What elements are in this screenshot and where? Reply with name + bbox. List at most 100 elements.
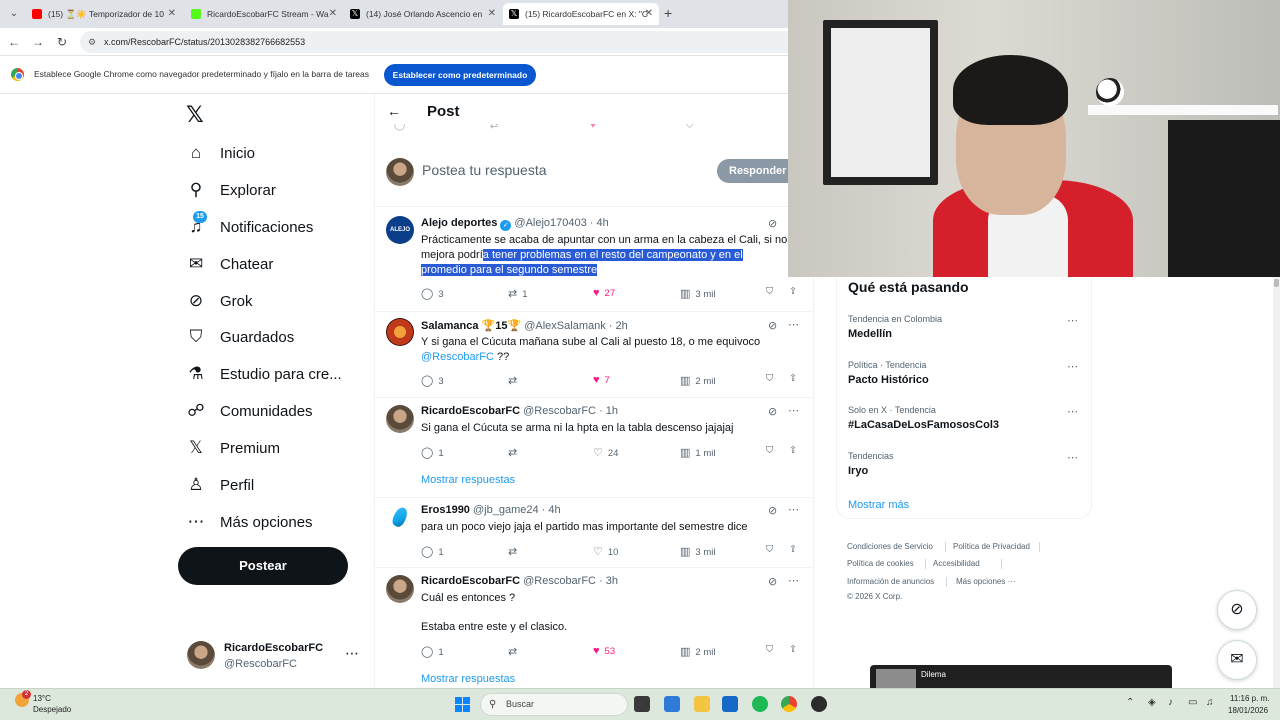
sidebar-item-grok[interactable]: ⊘ Grok [186,288,253,314]
account-name[interactable]: RicardoEscobarFC [224,642,323,654]
obs-icon[interactable] [811,696,827,712]
trend-more-icon[interactable]: ⋯ [1067,451,1079,464]
sidebar-item-mas-opciones[interactable]: ⋯ Más opciones [186,509,313,535]
show-replies-link[interactable]: Mostrar respuestas [421,673,515,685]
tweet-author-name[interactable]: Eros1990 [421,504,470,516]
retweet-action[interactable]: ⇄ [508,374,522,387]
url-input[interactable]: ⚙ x.com/RescobarFC/status/20130283827666… [80,31,800,53]
share-icon[interactable]: ⇪ [789,445,797,456]
tweet-handle[interactable]: @Alejo170403 [514,217,586,229]
account-handle[interactable]: @RescobarFC [224,658,297,670]
post-button[interactable]: Postear [178,547,348,585]
reply-action[interactable]: ◯ 1 [421,645,444,658]
tweet-time[interactable]: 2h [616,320,628,332]
like-action[interactable]: ♡ 24 [593,446,618,459]
clock-date[interactable]: 18/01/2026 [1228,706,1268,715]
grok-icon[interactable]: ⊘ [768,319,777,332]
close-tab-icon[interactable]: ✕ [168,3,176,25]
site-info-icon[interactable]: ⚙ [88,37,98,47]
chrome-taskbar-icon[interactable] [781,696,797,712]
share-icon[interactable]: ⇪ [789,644,797,655]
footer-cookies-link[interactable]: Política de cookies [847,559,914,568]
show-more-link[interactable]: Mostrar más [848,499,909,511]
page-scrollbar[interactable] [1273,277,1280,688]
browser-tab[interactable]: RicardoEscobarFC Stream - Wa ✕ [185,3,343,25]
reply-action[interactable]: ◯ 1 [421,545,444,558]
reload-icon[interactable]: ↻ [54,34,70,50]
tray-app-icon[interactable]: ◈ [1148,697,1156,708]
share-icon[interactable]: ⇪ [789,373,797,384]
sidebar-item-explorar[interactable]: ⚲ Explorar [186,177,276,203]
more-options-icon[interactable]: ⋯ [788,404,800,417]
views-action[interactable]: ▥ 3 mil [680,545,715,558]
spotify-icon[interactable] [752,696,768,712]
tweet-avatar[interactable] [386,575,414,603]
tweet-time[interactable]: 4h [548,504,560,516]
views-action[interactable]: ▥ 2 mil [680,645,715,658]
task-view-icon[interactable] [634,696,650,712]
more-options-icon[interactable]: ⋯ [788,574,800,587]
tab-search-chevron-icon[interactable]: ⌄ [6,6,22,22]
tweet-handle[interactable]: @RescobarFC [523,575,596,587]
browser-tab-active[interactable]: 𝕏 (15) RicardoEscobarFC en X: "C ✕ [503,3,659,25]
like-action[interactable]: ♥ 53 [593,645,615,657]
tweet-author-name[interactable]: RicardoEscobarFC [421,575,520,587]
bookmark-icon[interactable]: ⛉ [766,544,773,555]
volume-icon[interactable]: ♫ [1206,697,1214,708]
back-arrow-icon[interactable]: ← [6,34,22,50]
more-options-icon[interactable]: ⋯ [788,503,800,516]
close-tab-icon[interactable]: ✕ [645,3,653,25]
tweet-avatar[interactable] [386,405,414,433]
x-logo-icon[interactable]: 𝕏 [186,102,204,128]
bookmark-icon[interactable]: ⛉ [766,373,773,384]
retweet-action[interactable]: ⇄ 1 [508,287,528,300]
tray-chevron-icon[interactable]: ⌃ [1126,697,1134,708]
share-icon[interactable]: ⇪ [789,286,797,297]
close-tab-icon[interactable]: ✕ [488,3,496,25]
footer-ads-link[interactable]: Información de anuncios [847,577,934,586]
grok-icon[interactable]: ⊘ [768,575,777,588]
share-icon[interactable]: ⇪ [789,544,797,555]
tweet-author-name[interactable]: Salamanca 🏆15🏆 [421,320,521,332]
widgets-icon[interactable] [664,696,680,712]
tweet-handle[interactable]: @jb_game24 [473,504,539,516]
browser-tab[interactable]: 𝕏 (14) José Orlando Ascencio en ✕ [344,3,502,25]
trend-more-icon[interactable]: ⋯ [1067,314,1079,327]
reply-action[interactable]: ◯ 1 [421,446,444,459]
tweet-handle[interactable]: @AlexSalamank [524,320,605,332]
tweet-author-name[interactable]: RicardoEscobarFC [421,405,520,417]
set-default-button[interactable]: Establecer como predeterminado [384,64,536,86]
reply-action[interactable]: ◯ 3 [421,287,444,300]
like-action[interactable]: ♡ 10 [593,545,618,558]
microphone-icon[interactable]: ♪ [1168,697,1173,708]
bookmark-icon[interactable]: ⛉ [766,286,773,297]
sidebar-item-premium[interactable]: 𝕏 Premium [186,435,280,461]
weather-description[interactable]: Despejado [33,705,71,714]
messages-float-button[interactable]: ✉ [1217,640,1257,680]
tweet-avatar[interactable] [386,503,414,531]
sidebar-item-comunidades[interactable]: ☍ Comunidades [186,398,312,424]
grok-icon[interactable]: ⊘ [768,405,777,418]
trend-more-icon[interactable]: ⋯ [1067,405,1079,418]
views-action[interactable]: ▥ 2 mil [680,374,715,387]
tweet-avatar[interactable] [386,318,414,346]
reply-input[interactable]: Postea tu respuesta [422,162,547,178]
taskbar-search-input[interactable]: ⚲ Buscar [480,693,628,716]
more-options-icon[interactable]: ⋯ [788,318,800,331]
file-explorer-icon[interactable] [694,696,710,712]
forward-arrow-icon[interactable]: → [30,34,46,50]
views-action[interactable]: ▥ 1 mil [680,446,715,459]
tweet-time[interactable]: 1h [606,405,618,417]
tweet-time[interactable]: 4h [597,217,609,229]
back-arrow-icon[interactable]: ← [387,103,401,119]
tweet-handle[interactable]: @RescobarFC [523,405,596,417]
grok-icon[interactable]: ⊘ [768,504,777,517]
reply-action[interactable]: ◯ 3 [421,374,444,387]
show-replies-link[interactable]: Mostrar respuestas [421,474,515,486]
grok-float-button[interactable]: ⊘ [1217,590,1257,630]
sidebar-item-perfil[interactable]: ♙ Perfil [186,472,254,498]
bookmark-icon[interactable]: ⛉ [766,644,773,655]
views-action[interactable]: ▥ 3 mil [680,287,715,300]
retweet-action[interactable]: ⇄ [508,446,522,459]
footer-privacy-link[interactable]: Política de Privacidad [953,542,1030,551]
